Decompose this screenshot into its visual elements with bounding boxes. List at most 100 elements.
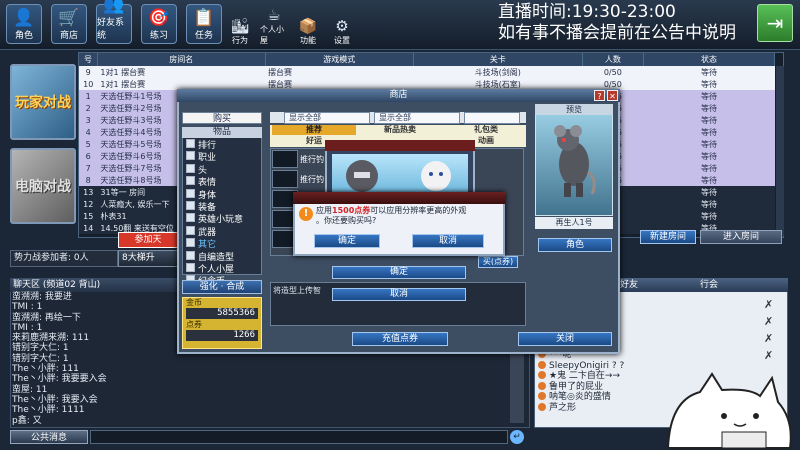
topbar-button-label: 任务 [194, 31, 213, 41]
checkbox-icon [186, 213, 195, 223]
chat-message: The丶小胖: 1111 [12, 405, 85, 416]
topbar-button-3[interactable]: 🎯 练习 [141, 4, 177, 44]
sidebar-item-category[interactable]: 表情 [183, 176, 261, 188]
recharge-button[interactable]: 充值点券 [352, 332, 448, 346]
shop-title: 商店 [177, 89, 620, 102]
topbar-button-4[interactable]: 📋 任务 [186, 4, 222, 44]
sidebar-item-category[interactable]: 其它 [183, 238, 261, 250]
category-label: 武器 [198, 227, 217, 238]
tab-guild[interactable]: 行会 [684, 278, 734, 292]
tab-shop-2[interactable]: 礼包类 [444, 125, 528, 135]
room-list-scrollbar[interactable] [776, 66, 784, 236]
pvc-mode-button[interactable]: 电脑对战 [10, 148, 76, 224]
filter-select-1[interactable]: 显示全部 [284, 112, 370, 124]
toolbar-small-label: 个人小屋 [260, 25, 284, 45]
sidebar-item-category[interactable]: 武器 [183, 225, 261, 238]
room-column-header[interactable]: 游戏模式 [265, 53, 415, 66]
category-label: 英雄小玩意 [198, 215, 244, 226]
room-cell-no: 10 [79, 78, 98, 90]
checkbox-icon [186, 201, 195, 211]
friend-status-icon [538, 360, 546, 369]
category-label: 表情 [198, 178, 217, 189]
sidebar-item-category[interactable]: 个人小屋 [183, 263, 261, 275]
enhance-merge-button[interactable]: 强化 · 合成 [182, 280, 262, 294]
ok-button[interactable]: 确定 [314, 234, 380, 248]
sidebar-item-category[interactable]: 自编造型 [183, 250, 261, 263]
tab-shop-0[interactable]: 推荐 [272, 125, 356, 135]
chat-input[interactable] [90, 430, 508, 444]
x-icon[interactable]: ✗ [764, 330, 784, 347]
friends-icon: 👥 [103, 0, 125, 15]
topbar-button-label: 练习 [149, 31, 168, 41]
sidebar-item-category[interactable]: 职业 [183, 151, 261, 163]
mode-selector: 玩家对战 电脑对战 [10, 64, 76, 224]
x-icon[interactable]: ✗ [764, 313, 784, 330]
room-column-header[interactable]: 人数 [582, 53, 645, 66]
room-column-header[interactable]: 状态 [643, 53, 775, 66]
room-cell-no: 1 [79, 90, 98, 102]
channel-button[interactable]: 8大梯升 [118, 250, 182, 267]
exit-icon[interactable]: ⇥ [757, 4, 793, 42]
table-row[interactable]: 9 1对1 摆台赛 摆台赛 斗技场(剑阁) 0/50 等待 [79, 66, 775, 78]
chat-message: 蛮屋: 11 [12, 384, 48, 395]
topbar-button-2[interactable]: 👥 好友系统 [96, 0, 132, 44]
role-button[interactable]: 角色 [538, 238, 612, 252]
cancel-button[interactable]: 取消 [412, 234, 484, 248]
filter-select-2[interactable]: 显示全部 [374, 112, 460, 124]
toolbar-small-button-1[interactable]: ☕ 个人小屋 [260, 6, 288, 46]
filter-bar: 显示全部 显示全部 [270, 112, 526, 124]
friend-action-icons: ✗ ✗ ✗ ✗ [764, 296, 784, 364]
room-column-header[interactable]: 关卡 [413, 53, 583, 66]
friend-status-icon [538, 392, 546, 400]
dialog-cancel-button[interactable]: 取消 [332, 288, 466, 301]
sidebar-item-category[interactable]: 排行 [183, 139, 261, 151]
toolbar-small-button-2[interactable]: 📦 功能 [294, 6, 322, 46]
popup-message: 应用1500点券可以应用分辨率更高的外观 。你还要购买吗? [316, 206, 467, 225]
buy-tab[interactable]: 购买 [182, 112, 262, 124]
room-cell-no: 12 [79, 198, 98, 210]
close-icon[interactable]: ✕ [607, 90, 618, 101]
x-icon[interactable]: ✗ [764, 296, 784, 313]
toolbar-small-label: 行为 [232, 36, 248, 45]
stream-notice: 直播时间:19:30-23:00 如有事不播会提前在公告中说明 [498, 2, 736, 43]
send-icon[interactable]: ↵ [510, 430, 524, 444]
room-cell-no: 5 [79, 138, 98, 150]
public-message-button[interactable]: 公共消息 [10, 430, 88, 444]
sidebar-item-category[interactable]: 头 [183, 163, 261, 176]
tab-shop-1[interactable]: 新品热卖 [358, 125, 442, 135]
dialog-confirm-button[interactable]: 确定 [332, 266, 466, 279]
room-column-header[interactable]: 号 [79, 53, 98, 66]
room-cell-name: 1对1 摆台赛 [97, 66, 266, 78]
new-room-button[interactable]: 新建房间 [640, 230, 696, 244]
sidebar-item-category[interactable]: 英雄小玩意 [183, 213, 261, 225]
chat-message: 蛮溯溯: 我要进 [12, 292, 72, 302]
preview-header: 预览 [535, 104, 613, 115]
join-button[interactable]: 参加天 [118, 232, 178, 248]
topbar-button-0[interactable]: 👤 角色 [6, 4, 42, 44]
category-label: 职业 [198, 153, 217, 164]
cart-icon: 🛒 [58, 8, 80, 28]
toolbar-small-button-3[interactable]: ⚙ 设置 [328, 6, 356, 46]
room-column-header[interactable]: 房间名 [97, 53, 266, 66]
pvp-mode-button[interactable]: 玩家对战 [10, 64, 76, 140]
category-label: 其它 [198, 240, 217, 251]
item-slot[interactable] [272, 170, 298, 188]
room-cell-no: 15 [79, 210, 98, 222]
item-slot[interactable] [272, 150, 298, 168]
chat-header: 聊天区 (频道02 背山) [10, 278, 180, 292]
buy-points-button[interactable]: 买(点券) [478, 256, 518, 268]
help-icon[interactable]: ? [594, 90, 605, 101]
enter-room-button[interactable]: 进入房间 [700, 230, 782, 244]
category-items: 排行职业头表情身体装备英雄小玩意武器其它自编造型个人小屋纪念币 [183, 139, 261, 288]
cup-icon: ☕ [267, 6, 281, 24]
filter-select-3[interactable] [464, 112, 520, 124]
sidebar-item-category[interactable]: 身体 [183, 188, 261, 201]
sidebar-item-category[interactable]: 装备 [183, 201, 261, 213]
friend-status-icon [538, 371, 546, 379]
warning-icon: ! [299, 207, 313, 221]
category-label: 头 [198, 165, 208, 176]
toolbar-small-button-0[interactable]: 🏙 行为 [226, 6, 254, 46]
checkbox-icon [186, 176, 195, 186]
topbar-button-1[interactable]: 🛒 商店 [51, 4, 87, 44]
shop-close-button[interactable]: 关闭 [518, 332, 612, 346]
